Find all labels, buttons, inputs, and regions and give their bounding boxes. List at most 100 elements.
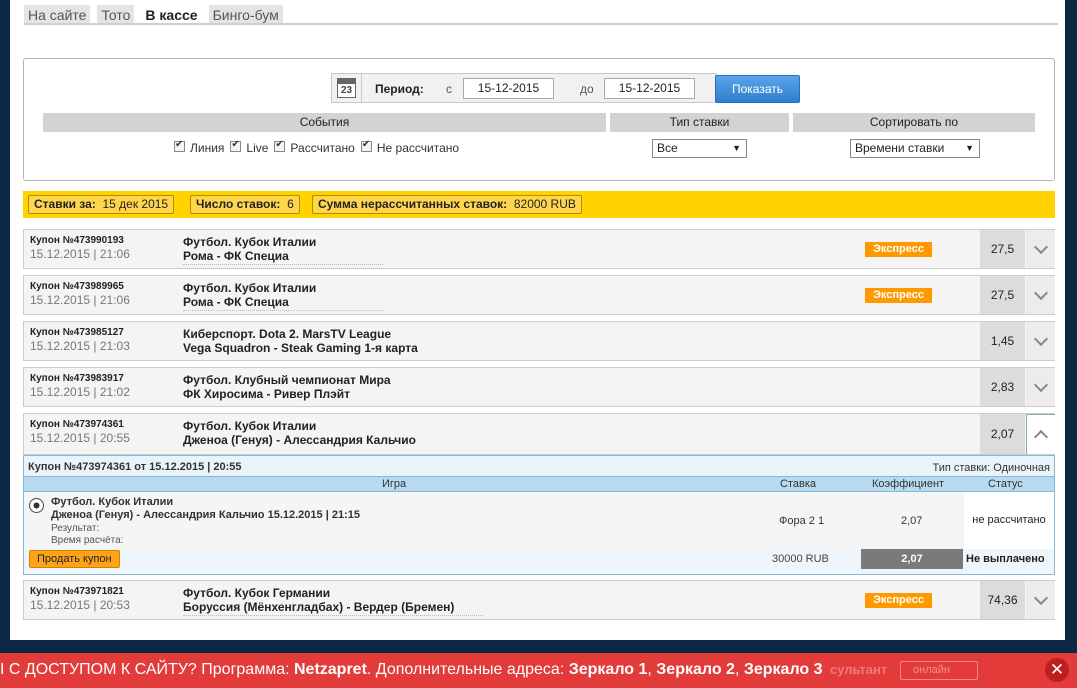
event-tournament: Футбол. Клубный чемпионат Мира bbox=[183, 373, 391, 387]
tab-toto[interactable]: Тото bbox=[97, 5, 135, 23]
chip-value: 6 bbox=[287, 197, 294, 211]
tab-bingo-boom[interactable]: Бинго-бум bbox=[208, 5, 283, 23]
banner-text: I С ДОСТУПОМ К САЙТУ? Программа: Netzapr… bbox=[0, 661, 823, 678]
coupon-row-expanded[interactable]: Купон №473974361 15.12.2015 | 20:55 Футб… bbox=[23, 413, 1055, 455]
program-link[interactable]: Netzapret bbox=[294, 661, 367, 678]
checkbox-line[interactable] bbox=[174, 139, 185, 152]
summary-bar: Ставки за: 15 дек 2015 Число ставок: 6 С… bbox=[23, 191, 1055, 218]
tab-bar: На сайте Тото В кассе Бинго-бум bbox=[24, 5, 1058, 25]
coupon-number: Купон №473974361 bbox=[30, 419, 124, 430]
bet-type-header: Тип ставки bbox=[610, 113, 789, 132]
expand-toggle[interactable] bbox=[1026, 276, 1055, 314]
mirror-2-link[interactable]: Зеркало 2 bbox=[656, 661, 735, 678]
mirror-3-link[interactable]: Зеркало 3 bbox=[744, 661, 823, 678]
expand-toggle[interactable] bbox=[1026, 581, 1055, 619]
calendar-button[interactable]: 23 bbox=[332, 74, 362, 102]
chip-value: 15 дек 2015 bbox=[102, 197, 169, 211]
details-tournament: Футбол. Кубок Италии bbox=[51, 496, 174, 508]
total-coefficient: 2,07 bbox=[861, 549, 963, 569]
coupon-event: Киберспорт. Dota 2. MarsTV League Vega Sq… bbox=[183, 327, 418, 356]
show-button[interactable]: Показать bbox=[715, 75, 800, 103]
period-picker: 23 Период: с 15-12-2015 до 15-12-2015 bbox=[331, 73, 717, 103]
coupon-datetime: 15.12.2015 | 20:55 bbox=[30, 431, 130, 445]
column-status: Статус bbox=[988, 478, 1023, 490]
event-match: Рома - ФК Специа bbox=[183, 295, 289, 309]
filter-unsettled[interactable]: Не рассчитано bbox=[360, 139, 459, 155]
details-coefficient: 2,07 bbox=[901, 515, 923, 527]
event-match: Vega Squadron - Steak Gaming 1-я карта bbox=[183, 341, 418, 355]
coupon-coefficient: 27,5 bbox=[980, 276, 1025, 314]
details-match: Дженоа (Генуя) - Алессандрия Кальчио 15.… bbox=[51, 509, 360, 521]
coupon-datetime: 15.12.2015 | 21:06 bbox=[30, 293, 130, 307]
event-match: Дженоа (Генуя) - Алессандрия Кальчио bbox=[183, 433, 416, 447]
tab-at-cashier[interactable]: В кассе bbox=[141, 5, 202, 23]
expand-toggle[interactable] bbox=[1026, 230, 1055, 268]
express-badge: Экспресс bbox=[865, 593, 932, 608]
details-meta: Результат: Время расчёта: bbox=[51, 523, 123, 547]
details-header: Купон №473974361 от 15.12.2015 | 20:55 bbox=[28, 461, 242, 473]
chevron-down-icon bbox=[1033, 285, 1048, 300]
coupon-row[interactable]: Купон №473990193 15.12.2015 | 21:06 Футб… bbox=[23, 229, 1055, 269]
coupon-number: Купон №473990193 bbox=[30, 235, 124, 246]
filter-settled[interactable]: Рассчитано bbox=[274, 139, 355, 155]
mirror-1-link[interactable]: Зеркало 1 bbox=[569, 661, 648, 678]
tab-on-site[interactable]: На сайте bbox=[24, 5, 91, 23]
chevron-down-icon bbox=[1033, 331, 1048, 346]
online-badge: онлайн bbox=[900, 661, 978, 680]
chip-value: 82000 RUB bbox=[513, 197, 576, 211]
sort-select[interactable]: Времени ставки ▼ bbox=[850, 139, 980, 158]
coupon-coefficient: 1,45 bbox=[980, 322, 1025, 360]
coupon-event: Футбол. Кубок Германии Боруссия (Мёнхенгл… bbox=[183, 586, 483, 616]
column-game: Игра bbox=[382, 478, 407, 490]
to-date-input[interactable]: 15-12-2015 bbox=[604, 78, 695, 99]
coupon-row[interactable]: Купон №473985127 15.12.2015 | 21:03 Кибе… bbox=[23, 321, 1055, 361]
expand-toggle[interactable] bbox=[1026, 368, 1055, 406]
checkbox-settled[interactable] bbox=[274, 139, 286, 152]
coupon-row[interactable]: Купон №473983917 15.12.2015 | 21:02 Футб… bbox=[23, 367, 1055, 407]
coupon-number: Купон №473985127 bbox=[30, 327, 124, 338]
extra-addresses-label: . Дополнительные адреса: bbox=[366, 661, 569, 678]
coupon-datetime: 15.12.2015 | 21:06 bbox=[30, 247, 130, 261]
coupon-number: Купон №473983917 bbox=[30, 373, 124, 384]
filter-panel: 23 Период: с 15-12-2015 до 15-12-2015 По… bbox=[23, 58, 1055, 181]
checkbox-live[interactable] bbox=[230, 139, 242, 152]
coupon-datetime: 15.12.2015 | 21:02 bbox=[30, 385, 130, 399]
dropdown-arrow-icon: ▼ bbox=[965, 143, 974, 153]
event-tournament: Киберспорт. Dota 2. MarsTV League bbox=[183, 327, 392, 341]
close-icon[interactable]: ✕ bbox=[1045, 658, 1069, 682]
event-filters: Линия Live Рассчитано Не рассчитано bbox=[174, 139, 465, 155]
bet-type-select[interactable]: Все ▼ bbox=[652, 139, 747, 158]
dropdown-arrow-icon: ▼ bbox=[732, 143, 741, 153]
to-label: до bbox=[580, 82, 594, 96]
checkbox-label: Рассчитано bbox=[290, 141, 355, 155]
event-match: Рома - ФК Специа bbox=[183, 249, 289, 263]
checkbox-label: Live bbox=[246, 141, 269, 155]
period-label: Период: bbox=[375, 82, 424, 96]
from-date-input[interactable]: 15-12-2015 bbox=[463, 78, 554, 99]
chevron-down-icon bbox=[1033, 590, 1048, 605]
sort-header: Сортировать по bbox=[793, 113, 1035, 132]
express-badge: Экспресс bbox=[865, 242, 932, 257]
chip-label: Число ставок: bbox=[196, 197, 281, 211]
bet-type-value: Все bbox=[657, 141, 678, 155]
collapse-toggle[interactable] bbox=[1026, 414, 1055, 454]
coupon-row[interactable]: Купон №473989965 15.12.2015 | 21:06 Футб… bbox=[23, 275, 1055, 315]
express-badge: Экспресс bbox=[865, 288, 932, 303]
banner-prefix: I С ДОСТУПОМ К САЙТУ? bbox=[0, 661, 197, 678]
sell-coupon-button[interactable]: Продать купон bbox=[29, 550, 120, 568]
bets-for-chip: Ставки за: 15 дек 2015 bbox=[28, 195, 175, 214]
details-footer: Продать купон 30000 RUB 2,07 Не выплачен… bbox=[24, 549, 1054, 574]
filter-live[interactable]: Live bbox=[230, 139, 269, 155]
expand-toggle[interactable] bbox=[1026, 322, 1055, 360]
coupon-coefficient: 27,5 bbox=[980, 230, 1025, 268]
filter-line[interactable]: Линия bbox=[174, 139, 224, 155]
checkbox-unsettled[interactable] bbox=[360, 139, 372, 152]
coupon-event: Футбол. Клубный чемпионат Мира ФК Хиросим… bbox=[183, 373, 391, 402]
event-tournament: Футбол. Кубок Германии bbox=[183, 586, 331, 600]
chip-label: Ставки за: bbox=[34, 197, 96, 211]
coupon-event: Футбол. Кубок Италии Дженоа (Генуя) - Але… bbox=[183, 419, 416, 448]
coupon-row[interactable]: Купон №473971821 15.12.2015 | 20:53 Футб… bbox=[23, 580, 1055, 620]
details-status: не рассчитано bbox=[964, 492, 1054, 549]
page: На сайте Тото В кассе Бинго-бум 23 Перио… bbox=[10, 0, 1065, 640]
result-label: Результат: bbox=[51, 523, 100, 534]
